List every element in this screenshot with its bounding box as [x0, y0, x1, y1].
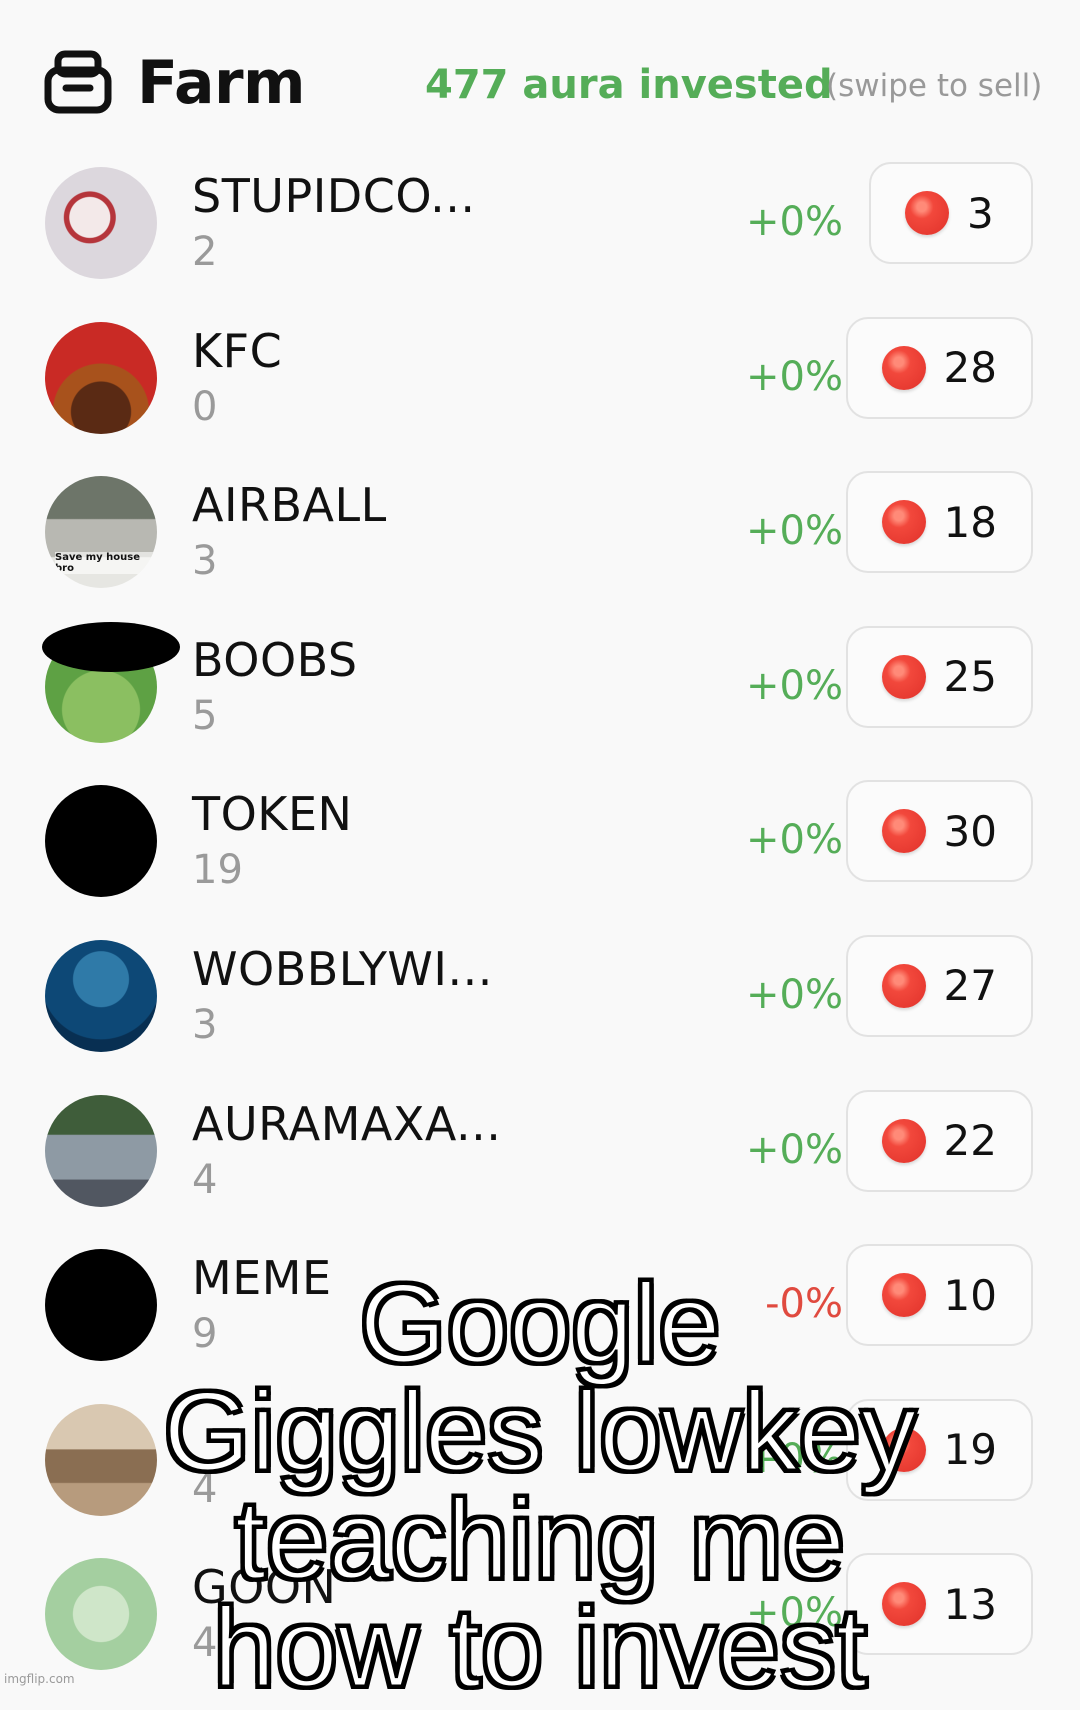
price-change: +0%	[746, 1126, 843, 1173]
aura-value: 3	[967, 188, 994, 238]
aura-value: 28	[943, 343, 997, 393]
token-name: KFC	[192, 323, 283, 378]
list-item[interactable]: AURAMAXA... 4 +0% 22	[0, 1083, 1080, 1238]
aura-value: 27	[943, 961, 997, 1011]
token-name: AURAMAXA...	[192, 1096, 502, 1151]
avatar	[45, 939, 157, 1052]
avatar	[45, 785, 157, 898]
caption-line: how to invest	[212, 1585, 869, 1710]
price-change: +0%	[746, 662, 843, 709]
aura-coin-icon	[881, 809, 926, 854]
aura-value: 30	[943, 806, 997, 856]
list-item[interactable]: WOBBLYWI... 3 +0% 27	[0, 928, 1080, 1083]
holder-count: 3	[192, 1001, 218, 1048]
header: Farm 477 aura invested (swipe to sell)	[0, 0, 1080, 160]
aura-value-button[interactable]: 3	[869, 162, 1033, 264]
aura-value: 18	[943, 497, 997, 547]
aura-coin-icon	[881, 500, 926, 545]
holder-count: 3	[192, 538, 218, 585]
avatar	[45, 1094, 157, 1207]
price-change: +0%	[746, 971, 843, 1018]
aura-invested-total: 477 aura invested	[425, 62, 833, 108]
token-name: AIRBALL	[192, 478, 387, 533]
token-name: BOOBS	[192, 632, 358, 687]
price-change: +0%	[746, 353, 843, 400]
price-change: +0%	[746, 817, 843, 864]
holder-count: 2	[192, 229, 218, 275]
price-change: +0%	[746, 508, 843, 555]
aura-value-button[interactable]: 28	[845, 316, 1033, 419]
token-name: TOKEN	[192, 787, 353, 842]
holder-count: 4	[192, 1156, 218, 1203]
swipe-hint: (swipe to sell)	[826, 68, 1043, 104]
list-item[interactable]: BOOBS 5 +0% 25	[0, 619, 1080, 774]
avatar	[45, 167, 157, 279]
token-name: STUPIDCO...	[192, 169, 476, 223]
holder-count: 5	[192, 692, 218, 739]
aura-value-button[interactable]: 25	[845, 625, 1033, 728]
meme-caption: Google Giggles lowkey teaching me how to…	[0, 1261, 1080, 1710]
list-item[interactable]: KFC 0 +0% 28	[0, 310, 1080, 465]
list-item[interactable]: Save my house bro AIRBALL 3 +0% 18	[0, 464, 1080, 619]
list-item[interactable]: TOKEN 19 +0% 30	[0, 773, 1080, 928]
aura-value-button[interactable]: 18	[845, 471, 1033, 574]
farm-icon	[44, 50, 112, 114]
aura-value: 22	[943, 1116, 997, 1166]
token-name: WOBBLYWI...	[192, 941, 493, 996]
aura-coin-icon	[881, 963, 926, 1008]
holder-count: 0	[192, 383, 218, 430]
price-change: +0%	[746, 199, 843, 245]
list-item[interactable]: STUPIDCO... 2 +0% 3	[0, 155, 1080, 310]
aura-value-button[interactable]: 30	[845, 780, 1033, 883]
aura-value-button[interactable]: 22	[845, 1089, 1033, 1192]
caption-line: Google	[358, 1261, 722, 1386]
aura-coin-icon	[905, 191, 949, 235]
aura-coin-icon	[881, 345, 926, 390]
avatar	[45, 321, 157, 434]
aura-value: 25	[943, 652, 997, 702]
avatar-caption: Save my house bro	[55, 552, 157, 575]
aura-coin-icon	[881, 654, 926, 699]
avatar: Save my house bro	[45, 476, 157, 589]
caption-line: teaching me	[233, 1477, 846, 1602]
redaction-mark	[42, 621, 180, 672]
caption-line: Giggles lowkey	[162, 1369, 918, 1494]
holder-count: 19	[192, 847, 243, 894]
page-title: Farm	[137, 48, 306, 118]
aura-coin-icon	[881, 1118, 926, 1163]
aura-value-button[interactable]: 27	[845, 934, 1033, 1037]
watermark: imgflip.com	[4, 1672, 75, 1686]
